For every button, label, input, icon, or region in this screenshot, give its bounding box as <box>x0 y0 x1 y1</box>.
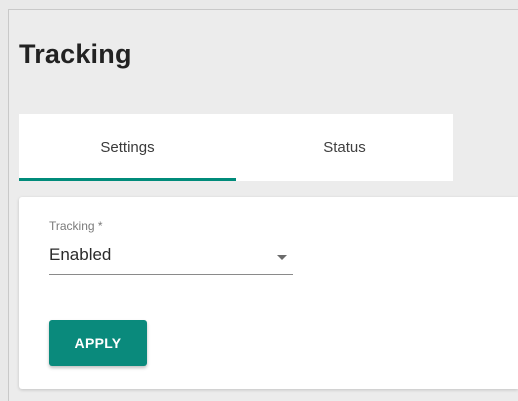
settings-card: Tracking * Enabled APPLY <box>19 197 518 389</box>
tab-settings[interactable]: Settings <box>19 114 236 181</box>
tab-status-label: Status <box>323 139 366 156</box>
tab-bar: Settings Status <box>19 114 453 181</box>
apply-button[interactable]: APPLY <box>49 320 147 366</box>
chevron-down-icon <box>277 255 287 260</box>
tracking-select-value: Enabled <box>49 245 112 264</box>
tab-status[interactable]: Status <box>236 114 453 181</box>
page-title: Tracking <box>19 39 132 69</box>
tracking-select[interactable]: Enabled <box>49 237 293 275</box>
tab-settings-label: Settings <box>100 139 155 156</box>
tracking-field-label: Tracking * <box>49 219 103 233</box>
